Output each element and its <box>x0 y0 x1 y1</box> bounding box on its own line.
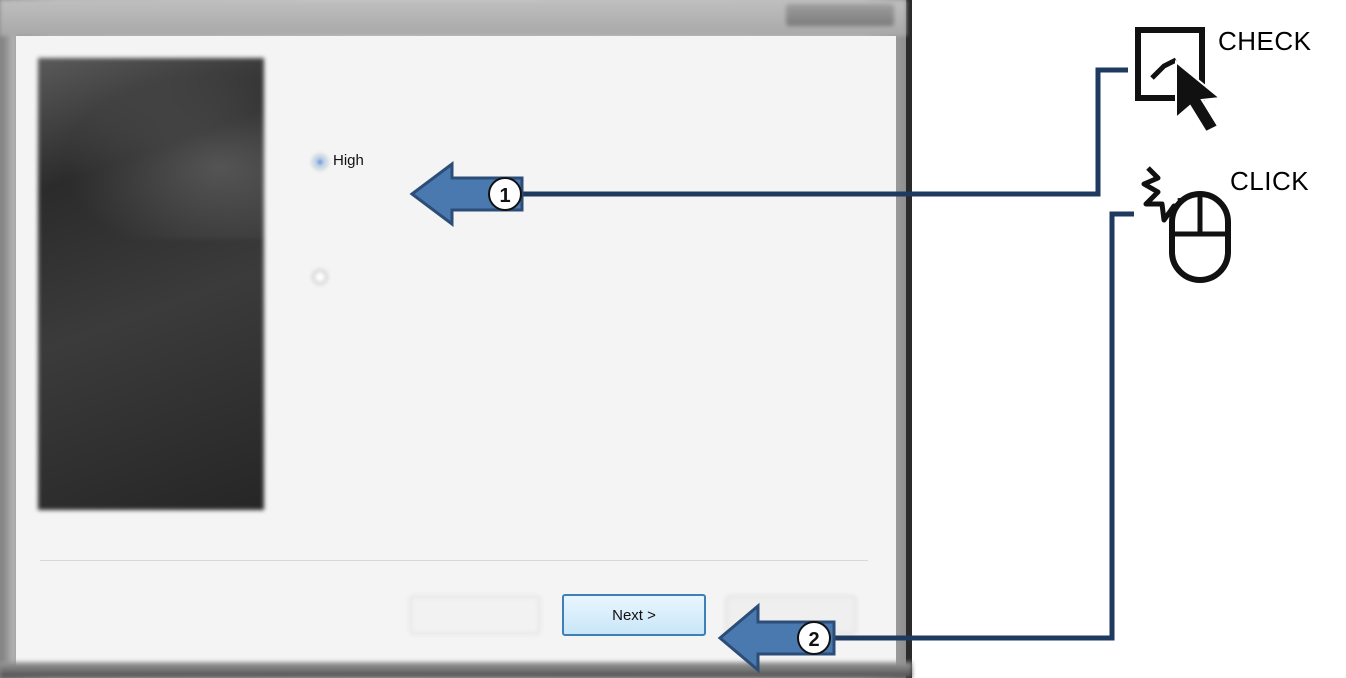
check-label: CHECK <box>1218 26 1312 56</box>
radio-selected-dot <box>317 159 323 165</box>
radio-medium[interactable] <box>313 270 327 284</box>
next-button[interactable]: Next > <box>562 594 706 636</box>
click-label: CLICK <box>1230 166 1310 196</box>
wizard-side-banner <box>38 58 264 510</box>
radio-high[interactable] <box>313 155 327 169</box>
check-icon <box>1135 27 1223 134</box>
window-controls[interactable] <box>786 4 894 26</box>
cancel-button[interactable] <box>726 596 856 634</box>
dialog-window: High Next > <box>0 0 912 678</box>
window-left-edge <box>0 36 16 666</box>
window-bottom-edge <box>0 662 912 678</box>
button-separator <box>40 560 868 561</box>
dialog-titlebar <box>0 0 906 36</box>
back-button[interactable] <box>410 596 540 634</box>
radio-label-high[interactable]: High <box>333 152 364 169</box>
mouse-click-icon <box>1141 166 1231 283</box>
banner-highlight <box>38 58 264 239</box>
